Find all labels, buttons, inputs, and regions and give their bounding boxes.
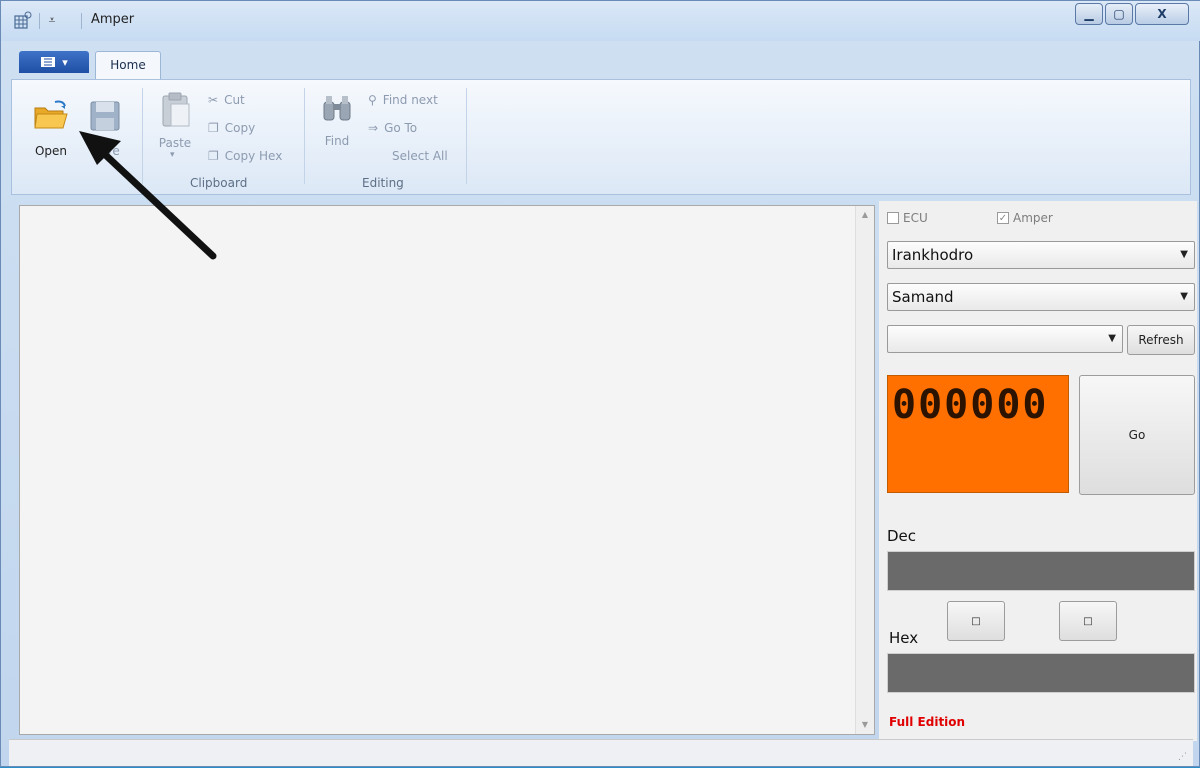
minimize-button[interactable]: ▁ [1075, 3, 1103, 25]
minimize-icon: ▁ [1084, 7, 1094, 21]
copy-hex-button[interactable]: ❐ Copy Hex [208, 146, 282, 166]
title-bar: ⩡ Amper ▁ ▢ X [1, 1, 1200, 41]
counter-display: 000000 [887, 375, 1069, 493]
paste-button[interactable]: Paste ▾ [150, 90, 200, 160]
binoculars-icon [323, 96, 351, 121]
quick-access-customize-icon[interactable]: ⩡ [45, 11, 59, 29]
small-action-button-2[interactable]: □ [1059, 601, 1117, 641]
hex-label: Hex [889, 629, 919, 647]
chevron-down-icon: ▼ [1180, 249, 1188, 260]
chevron-down-icon: ▾ [62, 55, 68, 69]
app-menu-button[interactable]: ▾ [19, 51, 89, 73]
open-label: Open [34, 144, 68, 158]
window-title: Amper [91, 12, 135, 27]
tab-home[interactable]: Home [95, 51, 161, 79]
copy-label: Copy [224, 121, 256, 135]
group-separator [142, 88, 143, 184]
counter-value: 000000 [892, 382, 1049, 428]
paste-clipboard-icon [162, 92, 190, 127]
chevron-down-icon: ▼ [1108, 333, 1116, 344]
side-panel: ECU ✓ Amper Irankhodro ▼ Samand ▼ ▼ Refr… [879, 201, 1197, 741]
dec-label: Dec [887, 527, 917, 545]
hex-editor-area[interactable]: ▲ ▼ [19, 205, 875, 735]
ribbon-tab-strip: ▾ Home [11, 47, 1191, 79]
ecu-checkbox-box[interactable] [887, 212, 899, 224]
open-folder-icon [34, 100, 68, 129]
find-label: Find [324, 134, 350, 148]
open-button[interactable]: Open [26, 90, 76, 160]
manufacturer-select[interactable]: Irankhodro ▼ [887, 241, 1195, 269]
amper-label: Amper [1013, 211, 1053, 225]
goto-button[interactable]: ⇒ Go To [368, 118, 417, 138]
checkmark-icon[interactable]: ✓ [997, 212, 1009, 224]
scissors-icon: ✂ [208, 93, 219, 107]
refresh-button[interactable]: Refresh [1127, 325, 1195, 355]
edition-label: Full Edition [889, 715, 966, 729]
model-select[interactable]: Samand ▼ [887, 283, 1195, 311]
copy-hex-label: Copy Hex [224, 149, 283, 163]
cut-label: Cut [224, 93, 245, 107]
port-select[interactable]: ▼ [887, 325, 1123, 353]
scroll-up-icon[interactable]: ▲ [856, 206, 874, 224]
find-next-button[interactable]: ⚲ Find next [368, 90, 438, 110]
ribbon: Open Save Paste ▾ ✂ Cut ❐ Copy ❐ Copy He… [11, 79, 1191, 195]
paste-label: Paste [158, 136, 192, 150]
small-action-button-1[interactable]: □ [947, 601, 1005, 641]
ecu-label: ECU [903, 211, 928, 225]
clipboard-group-label: Clipboard [190, 176, 248, 190]
close-icon: X [1157, 7, 1167, 21]
main-window: ⩡ Amper ▁ ▢ X ▾ Home Open Save Paste ▾ ✂… [0, 0, 1200, 767]
vertical-scrollbar[interactable]: ▲ ▼ [855, 206, 874, 734]
paste-dropdown-icon: ▾ [170, 150, 175, 160]
select-all-label: Select All [392, 149, 448, 163]
status-bar: ⋰ [9, 739, 1193, 766]
goto-label: Go To [384, 121, 418, 135]
quick-access-separator [81, 13, 82, 29]
scroll-down-icon[interactable]: ▼ [856, 716, 874, 734]
dec-display [887, 551, 1195, 591]
amper-checkbox[interactable]: ✓ Amper [997, 211, 1053, 225]
cut-button[interactable]: ✂ Cut [208, 90, 245, 110]
find-next-label: Find next [382, 93, 438, 107]
model-value: Samand [892, 288, 954, 306]
resize-grip-icon[interactable]: ⋰ [1178, 752, 1187, 762]
chevron-down-icon: ▼ [1180, 291, 1188, 302]
quick-access-separator [39, 13, 40, 29]
go-button[interactable]: Go [1079, 375, 1195, 495]
ecu-checkbox[interactable]: ECU [887, 211, 928, 225]
save-label: Save [90, 144, 120, 158]
app-menu-icon [41, 57, 56, 67]
close-button[interactable]: X [1135, 3, 1189, 25]
select-all-button[interactable]: Select All [392, 146, 448, 166]
copy-icon: ❐ [208, 121, 219, 135]
app-icon [14, 11, 32, 29]
hex-display [887, 653, 1195, 693]
maximize-icon: ▢ [1113, 7, 1125, 21]
maximize-button[interactable]: ▢ [1105, 3, 1133, 25]
find-next-icon: ⚲ [368, 93, 377, 107]
manufacturer-value: Irankhodro [892, 246, 974, 264]
group-separator [304, 88, 305, 184]
find-button[interactable]: Find [312, 90, 362, 160]
save-button[interactable]: Save [80, 90, 130, 160]
copy-button[interactable]: ❐ Copy [208, 118, 255, 138]
editing-group-label: Editing [362, 176, 404, 190]
copy-hex-icon: ❐ [208, 149, 219, 163]
save-disk-icon [90, 101, 120, 131]
arrow-right-icon: ⇒ [368, 121, 379, 135]
group-separator [466, 88, 467, 184]
